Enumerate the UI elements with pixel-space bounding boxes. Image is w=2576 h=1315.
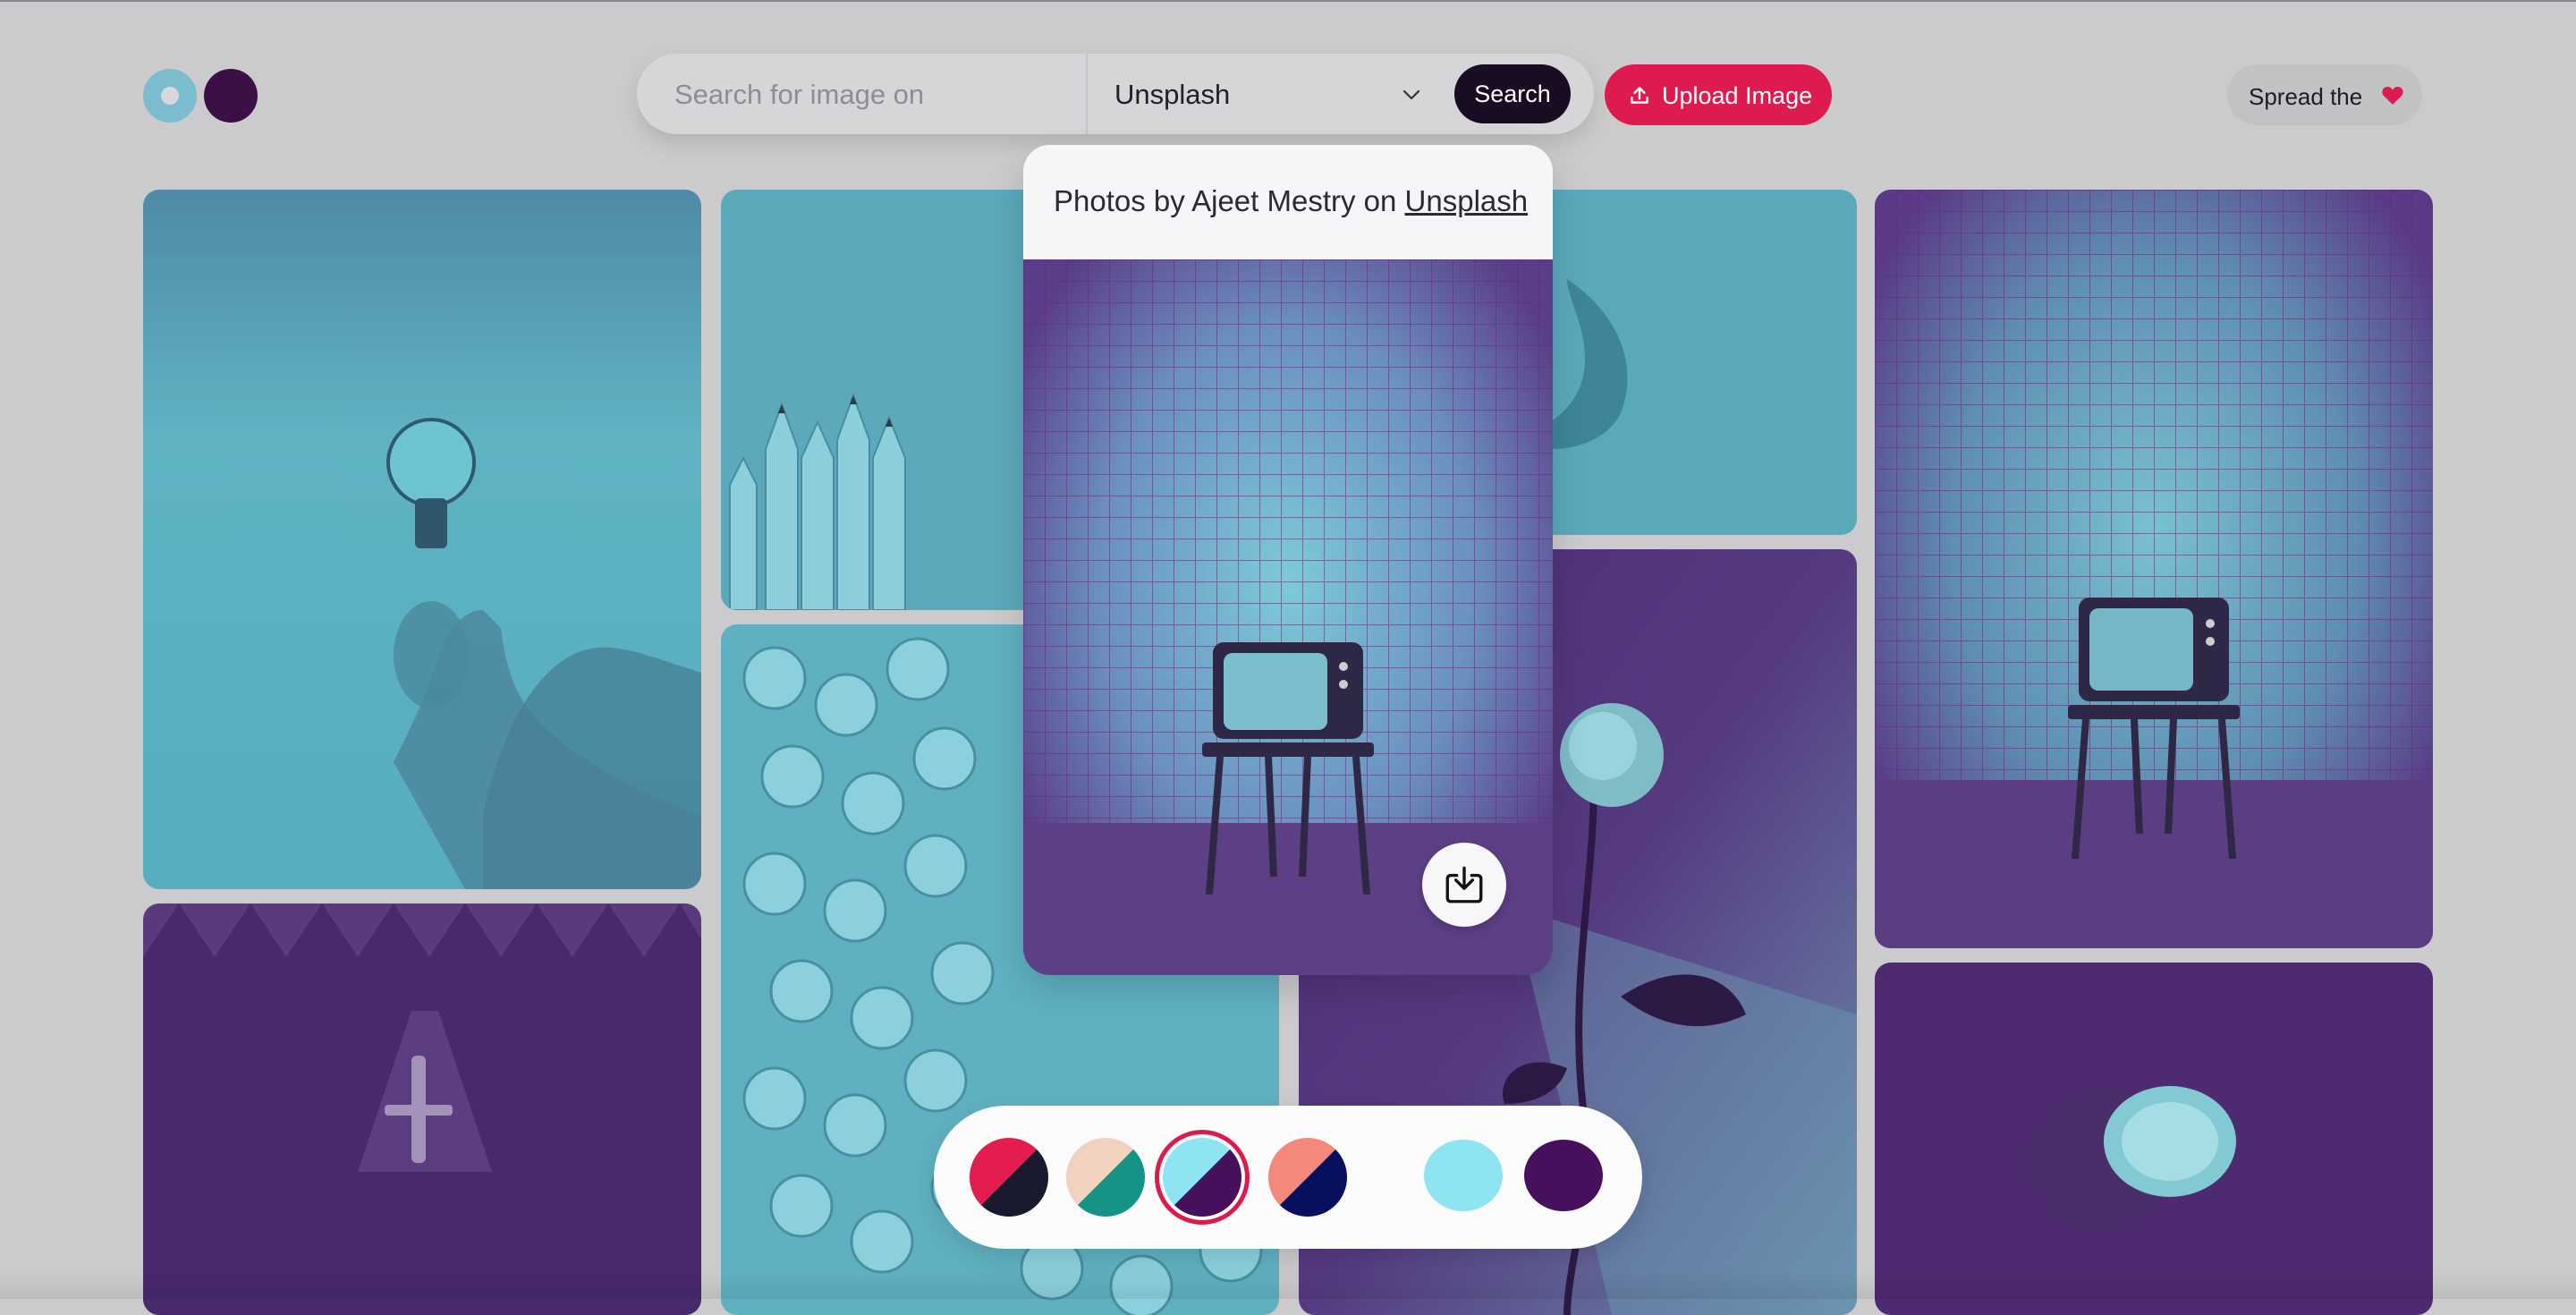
search-bar: Unsplash Search: [637, 54, 1594, 134]
photo-credit-text: Photos by Ajeet Mestry on: [1054, 184, 1397, 217]
airplane-forest-photo: [143, 904, 701, 1315]
source-select[interactable]: Unsplash: [1114, 73, 1436, 115]
gallery-tile-lightbulb[interactable]: [143, 190, 701, 889]
upload-image-label: Upload Image: [1662, 82, 1813, 109]
logo-light-circle: [143, 69, 197, 123]
photo-credit: Photos by Ajeet Mestry on Unsplash: [1023, 145, 1553, 259]
color-palette-bar: [934, 1106, 1642, 1249]
window-top-border: [0, 0, 2576, 2]
gallery-tile-split-fruit[interactable]: [1875, 963, 2433, 1315]
heart-icon: [2382, 87, 2403, 105]
app-logo[interactable]: [143, 69, 259, 123]
swatch-peach-teal[interactable]: [1066, 1138, 1145, 1217]
upload-icon: [1631, 87, 1648, 104]
unsplash-link[interactable]: Unsplash: [1405, 184, 1529, 217]
custom-dark-color[interactable]: [1524, 1140, 1603, 1211]
swatch-salmon-navy[interactable]: [1268, 1138, 1347, 1217]
spread-the-love-button[interactable]: Spread the: [2227, 64, 2422, 125]
gallery-tile-airplane[interactable]: [143, 904, 701, 1315]
swatch-red-dark[interactable]: [970, 1138, 1048, 1217]
search-divider: [1086, 54, 1088, 134]
preview-card: Photos by Ajeet Mestry on Unsplash: [1023, 145, 1553, 975]
download-icon: [1445, 866, 1483, 904]
spread-the-label: Spread the: [2249, 83, 2363, 110]
search-input[interactable]: [673, 73, 1070, 116]
tv-stand-photo: [1875, 190, 2433, 948]
gallery-tile-tv[interactable]: [1875, 190, 2433, 948]
split-fruit-photo: [1875, 963, 2433, 1315]
source-select-value: Unsplash: [1114, 79, 1231, 110]
swatch-light-blue-purple[interactable]: [1163, 1138, 1241, 1217]
custom-light-color[interactable]: [1424, 1140, 1503, 1211]
upload-image-button[interactable]: Upload Image: [1605, 64, 1832, 125]
download-button[interactable]: [1422, 843, 1506, 927]
logo-dark-circle: [204, 69, 258, 123]
chevron-down-icon: [1402, 89, 1420, 100]
lightbulb-hand-photo: [143, 190, 701, 889]
search-button[interactable]: Search: [1454, 64, 1571, 123]
